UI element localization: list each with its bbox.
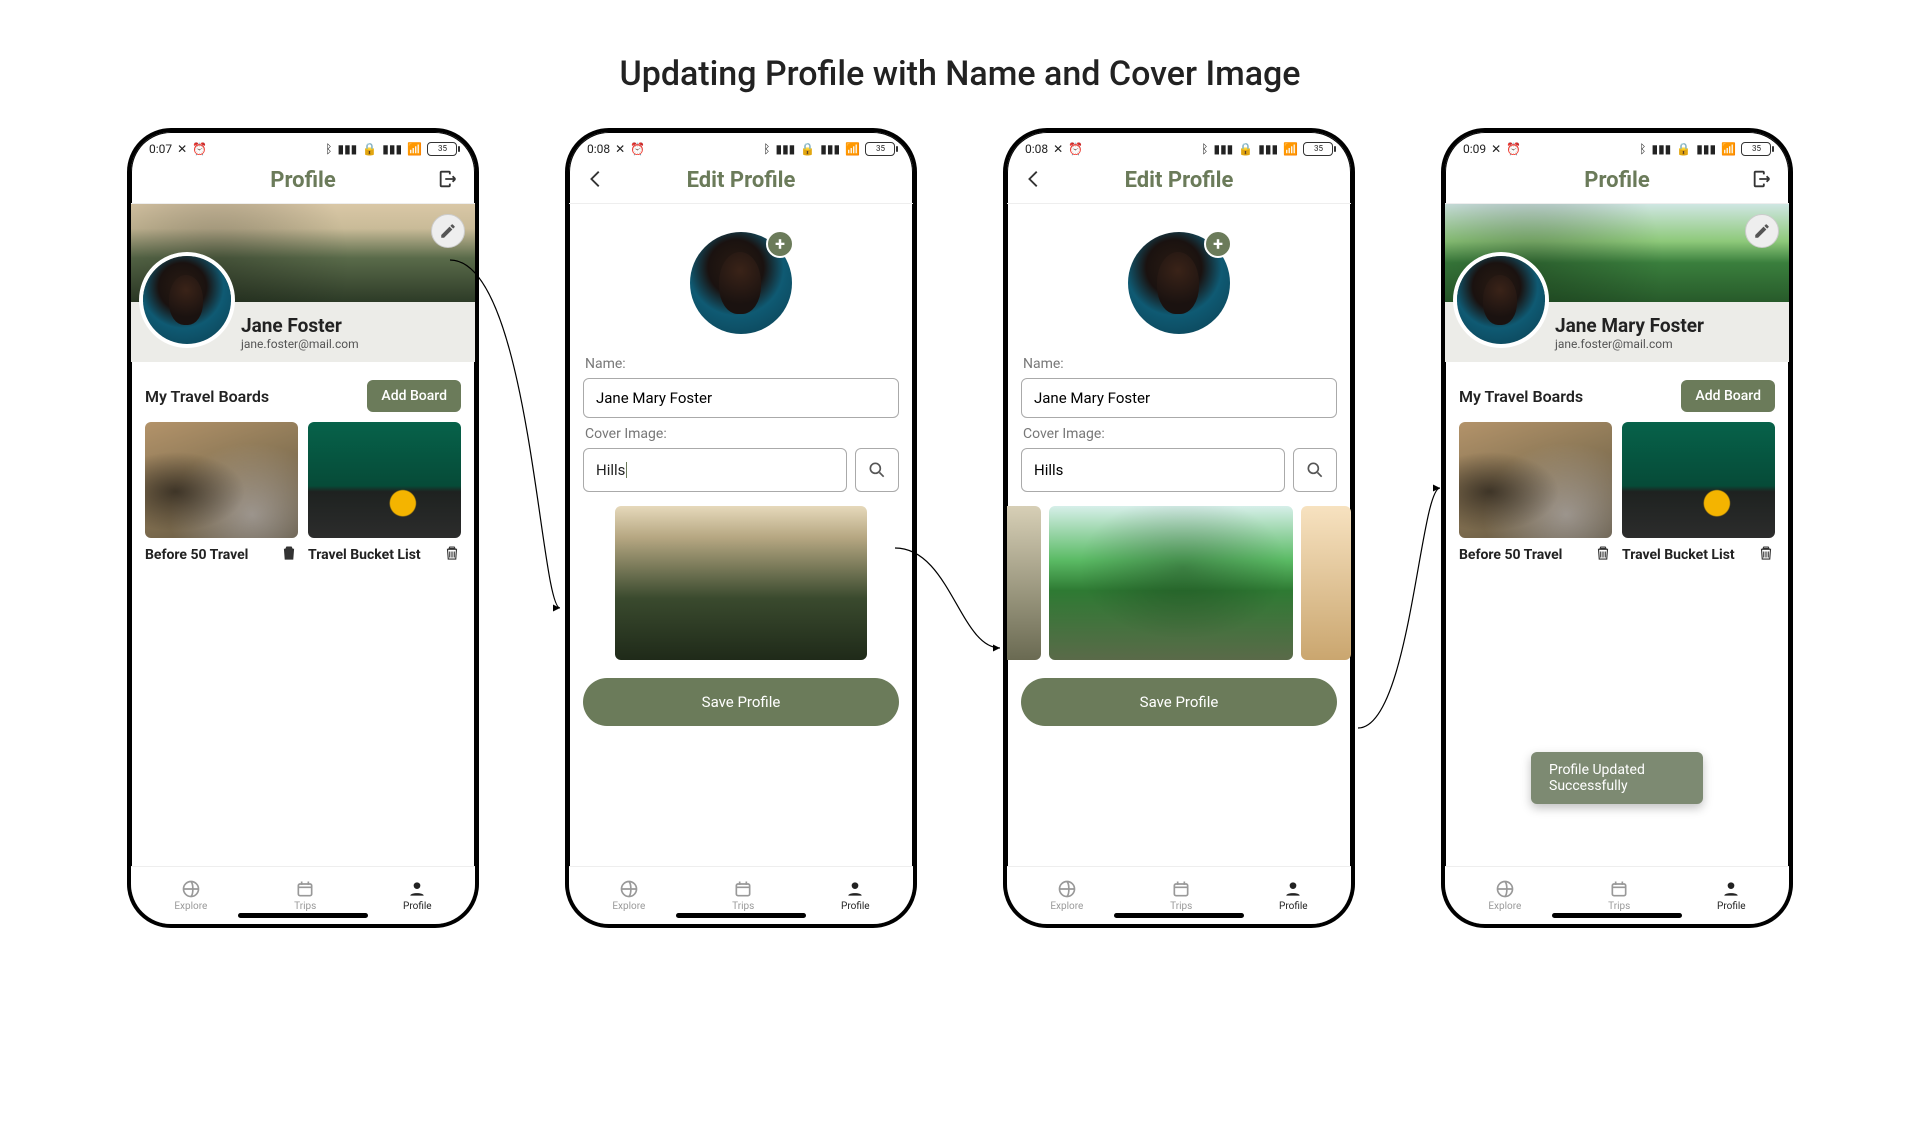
name-input[interactable] [583,378,899,418]
search-icon [1305,460,1325,480]
board-card[interactable]: Travel Bucket List [1622,422,1775,566]
delete-board-button[interactable] [1594,544,1612,566]
alarm-icon: ⏰ [192,142,207,156]
profile-strip: Jane Foster jane.foster@mail.com [131,302,475,362]
appbar-title: Profile [270,168,335,193]
cover-search-input[interactable]: Hills [583,448,847,492]
profile-email: jane.foster@mail.com [1555,337,1704,351]
tab-profile[interactable]: Profile [1717,879,1746,912]
phone-profile-before: 0:07 ✕ ⏰ ᛒ ▮▮▮ 🔒 ▮▮▮ 📶 35 Profile Jane F… [127,128,479,928]
edit-profile-button[interactable] [431,214,465,248]
phone-edit-typing: 0:08✕⏰ ᛒ▮▮▮🔒▮▮▮📶35 Edit Profile + Name: … [565,128,917,928]
name-label: Name: [1023,356,1335,372]
add-photo-icon[interactable]: + [1204,230,1232,258]
board-name: Travel Bucket List [1622,547,1735,563]
board-name: Travel Bucket List [308,547,421,563]
app-bar: Profile [131,158,475,204]
signal2-icon: ▮▮▮ [382,142,402,156]
app-bar: Edit Profile [569,158,913,204]
avatar [1453,252,1549,348]
bluetooth-icon: ᛒ [325,142,332,156]
name-label: Name: [585,356,897,372]
board-card[interactable]: Before 50 Travel [145,422,298,566]
board-name: Before 50 Travel [1459,547,1562,563]
delete-board-button[interactable] [443,544,461,566]
profile-name: Jane Foster [241,314,359,337]
profile-name: Jane Mary Foster [1555,314,1704,337]
name-input[interactable] [1021,378,1337,418]
clock: 0:09 [1463,142,1486,156]
phone-profile-after: 0:09✕⏰ ᛒ▮▮▮🔒▮▮▮📶35 Profile Jane Mary Fos… [1441,128,1793,928]
text-caret [626,462,627,478]
edit-profile-button[interactable] [1745,214,1779,248]
tab-profile[interactable]: Profile [1279,879,1308,912]
cover-option[interactable] [1003,506,1041,660]
status-bar: 0:07 ✕ ⏰ ᛒ ▮▮▮ 🔒 ▮▮▮ 📶 35 [131,132,475,158]
status-bar: 0:08✕⏰ ᛒ▮▮▮🔒▮▮▮📶35 [1007,132,1351,158]
board-card[interactable]: Before 50 Travel [1459,422,1612,566]
tab-trips[interactable]: Trips [1608,879,1630,912]
profile-email: jane.foster@mail.com [241,337,359,351]
board-thumb [308,422,461,538]
tab-profile[interactable]: Profile [403,879,432,912]
tab-trips[interactable]: Trips [294,879,316,912]
wifi-icon: 📶 [407,142,422,156]
logout-button[interactable] [1751,168,1773,194]
cover-search-button[interactable] [855,448,899,492]
appbar-title: Profile [1584,168,1649,193]
save-profile-button[interactable]: Save Profile [583,678,899,726]
status-bar: 0:09✕⏰ ᛒ▮▮▮🔒▮▮▮📶35 [1445,132,1789,158]
boards-list: Before 50 Travel Travel Bucket List [131,412,475,576]
delete-board-button[interactable] [1757,544,1775,566]
logout-button[interactable] [437,168,459,194]
cover-search-button[interactable] [1293,448,1337,492]
status-bar: 0:08✕⏰ ᛒ▮▮▮🔒▮▮▮📶35 [569,132,913,158]
phone-row: 0:07 ✕ ⏰ ᛒ ▮▮▮ 🔒 ▮▮▮ 📶 35 Profile Jane F… [0,128,1920,928]
signal-icon: ▮▮▮ [337,142,357,156]
lock-icon: 🔒 [362,142,377,156]
delete-board-button[interactable] [280,544,298,566]
tab-trips[interactable]: Trips [732,879,754,912]
vibrate-icon: ✕ [177,142,187,156]
tab-explore[interactable]: Explore [1050,879,1083,912]
tab-explore[interactable]: Explore [612,879,645,912]
boards-section-title: My Travel Boards [1459,387,1583,406]
search-icon [867,460,887,480]
battery-icon: 35 [427,142,457,156]
cover-carousel[interactable] [1003,506,1355,660]
back-button[interactable] [1023,168,1045,194]
tab-explore[interactable]: Explore [1488,879,1521,912]
save-profile-button[interactable]: Save Profile [1021,678,1337,726]
tab-explore[interactable]: Explore [174,879,207,912]
cover-label: Cover Image: [1023,426,1335,442]
appbar-title: Edit Profile [687,168,796,193]
cover-search-input[interactable] [1021,448,1285,492]
board-card[interactable]: Travel Bucket List [308,422,461,566]
boards-section-title: My Travel Boards [145,387,269,406]
tab-profile[interactable]: Profile [841,879,870,912]
cover-option-selected[interactable] [1049,506,1293,660]
clock: 0:07 [149,142,172,156]
board-thumb [145,422,298,538]
page-title: Updating Profile with Name and Cover Ima… [0,54,1920,94]
avatar-editor[interactable]: + [1124,228,1234,338]
add-board-button[interactable]: Add Board [367,380,461,412]
cover-search-result[interactable] [615,506,867,660]
toast-success: Profile Updated Successfully [1531,752,1703,804]
avatar [139,252,235,348]
appbar-title: Edit Profile [1125,168,1234,193]
board-name: Before 50 Travel [145,547,248,563]
add-photo-icon[interactable]: + [766,230,794,258]
phone-edit-carousel: 0:08✕⏰ ᛒ▮▮▮🔒▮▮▮📶35 Edit Profile + Name: … [1003,128,1355,928]
cover-label: Cover Image: [585,426,897,442]
back-button[interactable] [585,168,607,194]
avatar-editor[interactable]: + [686,228,796,338]
clock: 0:08 [587,142,610,156]
clock: 0:08 [1025,142,1048,156]
home-indicator [238,913,368,918]
add-board-button[interactable]: Add Board [1681,380,1775,412]
cover-option[interactable] [1301,506,1351,660]
tab-trips[interactable]: Trips [1170,879,1192,912]
